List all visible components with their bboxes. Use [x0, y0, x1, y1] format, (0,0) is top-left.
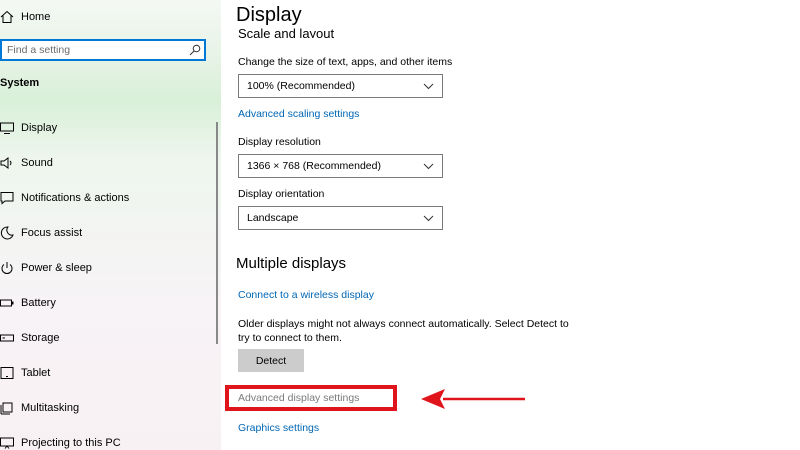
- moon-icon: [0, 225, 14, 239]
- orientation-dropdown-value: Landscape: [247, 212, 299, 224]
- sidebar-item-sound[interactable]: Sound: [0, 145, 215, 180]
- search-input[interactable]: [2, 44, 187, 56]
- main-content: Display Scale and layout Change the size…: [221, 0, 800, 450]
- sidebar-item-label: Storage: [21, 331, 60, 344]
- multitasking-icon: [0, 402, 13, 414]
- monitor-icon: [0, 122, 14, 134]
- arrow-icon: [421, 389, 525, 409]
- chevron-down-icon: [423, 215, 434, 222]
- resolution-dropdown[interactable]: 1366 × 768 (Recommended): [238, 154, 443, 178]
- sidebar-item-tablet[interactable]: Tablet: [0, 355, 215, 390]
- search-box[interactable]: [0, 39, 206, 61]
- sidebar-nav: Display Sound Notifications & actions Fo…: [0, 110, 215, 450]
- home-icon: [0, 10, 14, 23]
- orientation-dropdown[interactable]: Landscape: [238, 206, 443, 230]
- sidebar-item-label: Notifications & actions: [21, 191, 130, 204]
- sidebar-item-label: Home: [21, 11, 51, 23]
- notification-icon: [0, 191, 14, 205]
- section-title: System: [0, 77, 40, 89]
- sidebar-item-label: Battery: [21, 296, 56, 309]
- sidebar-item-storage[interactable]: Storage: [0, 320, 215, 355]
- advanced-display-link[interactable]: Advanced display settings: [225, 385, 397, 411]
- orientation-label: Display orientation: [238, 188, 325, 200]
- sidebar-item-label: Multitasking: [21, 401, 80, 414]
- settings-window: Home System Display: [0, 0, 800, 450]
- sidebar-item-projecting[interactable]: Projecting to this PC: [0, 425, 215, 450]
- sidebar-scrollbar[interactable]: [216, 122, 218, 344]
- sidebar-item-label: Focus assist: [21, 226, 83, 239]
- sidebar-item-focus-assist[interactable]: Focus assist: [0, 215, 215, 250]
- speaker-icon: [0, 156, 12, 169]
- sidebar-item-label: Sound: [21, 156, 53, 169]
- sidebar-item-multitasking[interactable]: Multitasking: [0, 390, 215, 425]
- sidebar-item-label: Tablet: [21, 366, 51, 379]
- resolution-dropdown-value: 1366 × 768 (Recommended): [247, 160, 381, 172]
- tablet-icon: [0, 366, 14, 379]
- scale-dropdown-value: 100% (Recommended): [247, 80, 355, 92]
- graphics-settings-link[interactable]: Graphics settings: [238, 422, 319, 434]
- resolution-label: Display resolution: [238, 136, 321, 148]
- sidebar-item-notifications[interactable]: Notifications & actions: [0, 180, 215, 215]
- wireless-display-link[interactable]: Connect to a wireless display: [238, 289, 374, 301]
- scale-section-title-text: Scale and layout: [238, 26, 335, 38]
- advanced-scaling-link[interactable]: Advanced scaling settings: [238, 108, 359, 120]
- sidebar-item-home[interactable]: Home: [0, 4, 50, 30]
- scale-label: Change the size of text, apps, and other…: [238, 56, 453, 68]
- power-icon: [1, 261, 13, 274]
- sidebar-item-power-sleep[interactable]: Power & sleep: [0, 250, 215, 285]
- sidebar: Home System Display: [0, 0, 221, 450]
- storage-icon: [0, 334, 14, 341]
- search-icon[interactable]: [189, 44, 201, 56]
- scale-dropdown[interactable]: 100% (Recommended): [238, 74, 443, 98]
- chevron-down-icon: [423, 163, 434, 170]
- scale-section-title: Scale and layout: [238, 22, 334, 38]
- detect-button[interactable]: Detect: [238, 349, 304, 372]
- battery-icon: [0, 299, 14, 306]
- sidebar-item-battery[interactable]: Battery: [0, 285, 215, 320]
- chevron-down-icon: [423, 83, 434, 90]
- sidebar-item-display[interactable]: Display: [0, 110, 215, 145]
- sidebar-item-label: Display: [21, 121, 58, 134]
- sidebar-item-label: Projecting to this PC: [21, 436, 121, 449]
- advanced-display-link-label: Advanced display settings: [238, 392, 360, 404]
- older-displays-text: Older displays might not always connect …: [238, 318, 569, 344]
- sidebar-item-label: Power & sleep: [21, 261, 92, 274]
- multiple-displays-heading: Multiple displays: [236, 255, 347, 272]
- projecting-icon: [0, 437, 14, 449]
